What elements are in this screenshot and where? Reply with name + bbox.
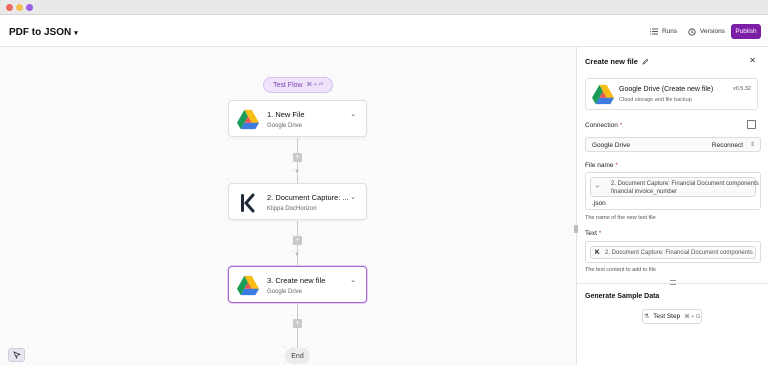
chevron-down-icon[interactable]: ⌄ (350, 110, 356, 118)
versions-button[interactable]: Versions (688, 25, 725, 38)
file-name-hint: The name of the new text file (585, 215, 656, 221)
test-step-shortcut: ⌘ + G (684, 313, 701, 320)
select-tool-button[interactable] (8, 348, 25, 362)
flow-node-create-new-file[interactable]: 3. Create new file Google Drive ⌄ (228, 266, 367, 303)
panel-header: Create new file (585, 57, 649, 66)
add-step-button[interactable]: + (293, 319, 302, 328)
test-flow-label: Test Flow (273, 81, 303, 89)
test-step-button[interactable]: ⚗ Test Step ⌘ + G (642, 309, 702, 324)
test-flow-shortcut: ⌘ + ⏎ (306, 82, 323, 88)
chip-text: 2. Document Capture: Financial Document … (605, 250, 753, 256)
google-drive-icon (237, 275, 259, 296)
required-marker: * (619, 122, 623, 129)
node-subtitle: Google Drive (267, 123, 303, 129)
klippa-icon (241, 193, 255, 213)
panel-resize-handle[interactable] (574, 225, 578, 233)
publish-label: Publish (735, 28, 757, 35)
chevron-down-icon[interactable]: ⌄ (350, 276, 356, 284)
google-drive-icon (237, 109, 259, 130)
arrow-down-icon: ▼ (294, 169, 300, 175)
window-maximize-button[interactable] (26, 4, 33, 11)
file-name-suffix: .json (592, 200, 606, 207)
flow-canvas[interactable]: Test Flow ⌘ + ⏎ 1. New File Google Drive… (0, 47, 576, 365)
klippa-icon: K (595, 249, 600, 256)
required-marker: * (615, 162, 618, 169)
text-label: Text * (585, 230, 601, 237)
runs-label: Runs (662, 28, 678, 35)
chevron-updown-icon: ⇕ (749, 142, 755, 148)
flow-title: PDF to JSON (9, 27, 72, 38)
test-step-label: Test Step (653, 313, 681, 320)
app-version: v0.5.32 (732, 86, 751, 92)
chevron-down-icon[interactable]: ⌄ (350, 193, 356, 201)
text-label-text: Text (585, 230, 597, 237)
variable-chip[interactable]: K 2. Document Capture: Financial Documen… (590, 246, 756, 259)
connection-select[interactable]: Google Drive Reconnect ⇕ (585, 137, 761, 152)
publish-button[interactable]: Publish (731, 24, 761, 39)
add-step-button[interactable]: + (293, 153, 302, 162)
app-card: Google Drive (Create new file) Cloud sto… (585, 78, 758, 110)
app-name: Google Drive (Create new file) (619, 86, 714, 93)
end-node: End (285, 348, 310, 364)
connection-label: Connection * (585, 122, 622, 129)
window-close-button[interactable] (6, 4, 13, 11)
file-name-label-text: File name (585, 162, 614, 169)
node-title: 3. Create new file (267, 276, 326, 285)
node-title: 2. Document Capture: ... (267, 193, 349, 202)
close-icon[interactable]: ✕ (749, 56, 756, 65)
connection-value: Google Drive (592, 142, 630, 149)
app-description: Cloud storage and file backup (619, 97, 692, 103)
node-subtitle: Google Drive (267, 289, 303, 295)
app-header: PDF to JSON ▾ Runs Versions Publish (0, 15, 768, 47)
generate-sample-data-title: Generate Sample Data (585, 293, 660, 300)
klippa-icon: ⌐ (596, 184, 600, 190)
node-subtitle: Klippa DocHorizon (267, 206, 317, 212)
file-name-label: File name * (585, 162, 618, 169)
list-icon (650, 28, 658, 35)
connection-label-text: Connection (585, 122, 618, 129)
window-minimize-button[interactable] (16, 4, 23, 11)
flow-node-document-capture[interactable]: 2. Document Capture: ... Klippa DocHoriz… (228, 183, 367, 220)
history-icon (688, 27, 696, 36)
runs-button[interactable]: Runs (650, 25, 677, 38)
reconnect-button[interactable]: Reconnect (712, 142, 743, 149)
dynamic-toggle-icon[interactable] (747, 120, 756, 129)
end-label: End (291, 352, 304, 360)
panel-title: Create new file (585, 57, 638, 66)
node-title: 1. New File (267, 110, 305, 119)
text-input[interactable]: K 2. Document Capture: Financial Documen… (585, 241, 761, 263)
caret-down-icon: ▾ (74, 29, 78, 37)
arrow-down-icon: ▼ (294, 252, 300, 258)
required-marker: * (598, 230, 602, 237)
file-name-input[interactable]: ⌐ 2. Document Capture: Financial Documen… (585, 172, 761, 210)
versions-label: Versions (700, 28, 725, 35)
chip-text-line2: financial invoice_number (611, 189, 678, 195)
test-flow-button[interactable]: Test Flow ⌘ + ⏎ (263, 77, 333, 93)
pencil-icon[interactable] (642, 58, 649, 65)
flow-node-new-file[interactable]: 1. New File Google Drive ⌄ (228, 100, 367, 137)
flow-title-dropdown[interactable]: PDF to JSON ▾ (9, 27, 78, 38)
divider-resize-handle[interactable] (670, 280, 676, 285)
google-drive-icon (592, 84, 614, 105)
add-step-button[interactable]: + (293, 236, 302, 245)
variable-chip[interactable]: ⌐ 2. Document Capture: Financial Documen… (590, 177, 759, 197)
flask-icon: ⚗ (643, 314, 650, 320)
text-hint: The text content to add to file (585, 267, 656, 273)
cursor-icon (12, 351, 21, 359)
step-settings-panel: Create new file ✕ Google Drive (Create n… (574, 47, 768, 365)
window-titlebar (0, 0, 768, 15)
chip-text-line1: 2. Document Capture: Financial Document … (611, 181, 759, 187)
